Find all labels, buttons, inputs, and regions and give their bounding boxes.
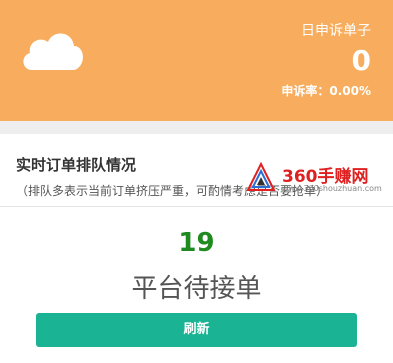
- panel-divider: [0, 206, 393, 207]
- queue-count: 19: [178, 228, 215, 258]
- panel-title: 实时订单排队情况: [16, 156, 137, 174]
- daily-appeal-card: 日申诉单子 0 申诉率：0.00%: [0, 0, 393, 121]
- appeal-rate: 申诉率：0.00%: [281, 84, 371, 98]
- queue-label: 平台待接单: [131, 274, 262, 304]
- section-divider: [0, 121, 393, 134]
- cloud-icon: [23, 33, 83, 70]
- watermark: 360手赚网 www.360shouzhuan.com: [246, 160, 382, 198]
- appeal-count: 0: [351, 44, 371, 77]
- watermark-logo-icon: [246, 162, 276, 191]
- watermark-subtext: www.360shouzhuan.com: [282, 184, 382, 193]
- appeal-title: 日申诉单子: [301, 23, 371, 39]
- refresh-button[interactable]: 刷新: [36, 313, 357, 347]
